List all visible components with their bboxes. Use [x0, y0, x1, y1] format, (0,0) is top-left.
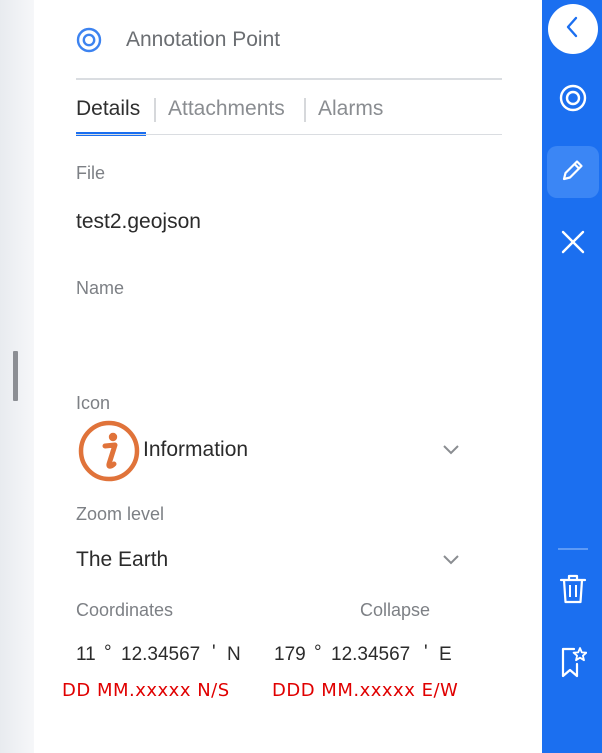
tab-alarms[interactable]: Alarms [318, 94, 383, 124]
minute-symbol: ' [212, 642, 216, 663]
header-divider [76, 78, 502, 80]
coordinates-label: Coordinates [76, 600, 174, 620]
sidebar-divider [558, 548, 588, 550]
target-button[interactable] [547, 74, 599, 126]
zoom-select-value: The Earth [76, 548, 169, 571]
delete-button[interactable] [547, 565, 599, 617]
name-label: Name [76, 278, 125, 298]
file-label: File [76, 163, 106, 183]
latitude-format-note: DD MM.xxxxx N/S [62, 680, 230, 701]
tab-bar: Details Attachments Alarms [76, 94, 502, 136]
icon-select-value: Information [143, 438, 249, 461]
left-edge [0, 0, 35, 753]
action-sidebar [542, 0, 602, 753]
file-value: test2.geojson [76, 210, 201, 233]
tab-separator [154, 98, 156, 122]
trash-icon [559, 573, 587, 610]
tab-details[interactable]: Details [76, 94, 140, 124]
annotation-panel: Annotation Point Details Attachments Ala… [34, 0, 542, 753]
tab-attachments[interactable]: Attachments [168, 94, 285, 124]
latitude-degrees[interactable]: 11 [76, 644, 96, 666]
minute-symbol: ' [424, 642, 428, 663]
tabs-divider [76, 134, 502, 135]
resize-handle[interactable] [13, 351, 18, 401]
longitude-minutes[interactable]: 12.34567 [331, 644, 410, 666]
longitude-format-note: DDD MM.xxxxx E/W [272, 680, 459, 701]
back-button[interactable] [548, 4, 598, 54]
chevron-left-icon [563, 16, 583, 43]
latitude-minutes[interactable]: 12.34567 [121, 644, 200, 666]
close-icon [560, 229, 586, 260]
longitude-degrees[interactable]: 179 [274, 644, 306, 666]
target-icon [76, 27, 102, 53]
target-icon [559, 84, 587, 117]
bookmark-star-icon [559, 646, 588, 683]
latitude-hemisphere[interactable]: N [227, 644, 241, 666]
chevron-down-icon [443, 552, 459, 568]
tab-separator [304, 98, 306, 122]
edit-button[interactable] [547, 146, 599, 198]
chevron-down-icon [443, 442, 459, 458]
degree-symbol: ° [104, 642, 112, 663]
collapse-link[interactable]: Collapse [360, 600, 430, 621]
panel-header: Annotation Point [76, 20, 280, 60]
bookmark-button[interactable] [547, 638, 599, 690]
degree-symbol: ° [314, 642, 322, 663]
information-icon [78, 420, 140, 482]
name-input[interactable] [76, 306, 464, 346]
zoom-label: Zoom level [76, 504, 165, 524]
close-button[interactable] [547, 218, 599, 270]
panel-title: Annotation Point [126, 28, 281, 51]
pencil-icon [560, 157, 586, 188]
zoom-select[interactable]: The Earth [76, 540, 464, 580]
icon-label: Icon [76, 393, 111, 413]
longitude-hemisphere[interactable]: E [439, 644, 452, 666]
